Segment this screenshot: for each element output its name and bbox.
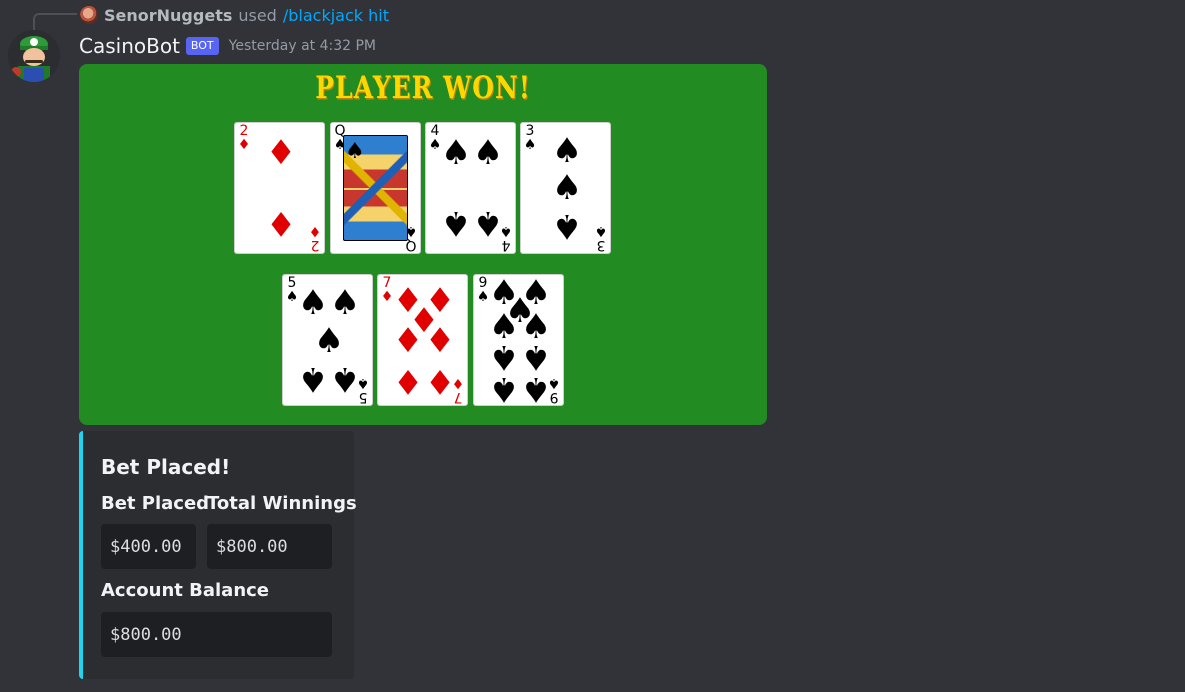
spade-icon: ♠	[440, 203, 472, 243]
spade-icon: ♠	[313, 321, 345, 361]
game-result-title: PLAYER WON!	[315, 69, 531, 106]
diamond-icon: ♦	[392, 361, 424, 401]
reply-reference[interactable]: SenorNuggets used /blackjack hit	[80, 4, 389, 26]
message-timestamp[interactable]: Yesterday at 4:32 PM	[229, 38, 376, 54]
spade-icon: ♠	[440, 133, 472, 173]
bet-embed: Bet Placed! Bet Placed $400.00 Total Win…	[79, 431, 357, 679]
total-winnings-value: $800.00	[207, 524, 332, 569]
card-rank: Q	[405, 237, 417, 253]
slash-command-link[interactable]: /blackjack hit	[283, 6, 389, 25]
spade-icon: ♠	[333, 137, 347, 153]
diamond-icon: ♦	[308, 223, 322, 239]
queen-face-image: ♠	[343, 135, 408, 241]
spade-icon: ♠	[488, 369, 520, 406]
spade-icon: ♠	[345, 139, 365, 164]
spade-icon: ♠	[297, 359, 329, 399]
total-winnings-label: Total Winnings	[207, 493, 357, 514]
dealer-card-2: ♠ Q ♠ Q ♠	[330, 122, 421, 254]
spade-icon: ♠	[329, 283, 361, 323]
card-rank: 3	[596, 237, 606, 253]
embed-title: Bet Placed!	[101, 455, 231, 479]
account-balance-value: $800.00	[101, 612, 332, 657]
card-rank: 2	[310, 237, 320, 253]
dealer-card-3: 4 ♠ 4 ♠ ♠ ♠ ♠ ♠	[425, 122, 516, 254]
bet-placed-label: Bet Placed	[101, 493, 210, 514]
message-header: CasinoBot BOT Yesterday at 4:32 PM	[79, 32, 376, 60]
diamond-icon: ♦	[265, 203, 297, 243]
player-card-2: 7 ♦ 7 ♦ ♦ ♦ ♦ ♦ ♦ ♦ ♦	[377, 274, 468, 406]
spade-icon: ♠	[329, 359, 361, 399]
spade-icon: ♠	[594, 223, 608, 239]
spade-icon: ♠	[523, 137, 537, 153]
dealer-card-4: 3 ♠ 3 ♠ ♠ ♠ ♠	[520, 122, 611, 254]
bot-username[interactable]: CasinoBot	[79, 34, 180, 58]
dealer-card-1: 2 ♦ 2 ♦ ♦ ♦	[234, 122, 325, 254]
blackjack-table-image[interactable]: PLAYER WON! 2 ♦ 2 ♦ ♦ ♦ ♠ Q ♠ Q ♠ 4 ♠ 4 ♠ ♠ ♠ …	[79, 64, 767, 425]
spade-icon: ♠	[520, 369, 552, 406]
spade-icon: ♠	[551, 131, 583, 171]
bet-placed-value: $400.00	[101, 524, 196, 569]
diamond-icon: ♦	[392, 321, 424, 361]
spade-icon: ♠	[551, 168, 583, 208]
luigi-avatar-icon	[8, 30, 60, 82]
spade-icon: ♠	[551, 206, 583, 246]
account-balance-label: Account Balance	[101, 580, 270, 601]
reply-used-text: used	[238, 5, 277, 25]
bot-avatar[interactable]	[8, 30, 60, 82]
bot-badge: BOT	[185, 37, 219, 55]
player-card-3: 9 ♠ 9 ♠ ♠ ♠ ♠ ♠ ♠ ♠ ♠ ♠ ♠	[473, 274, 564, 406]
spade-icon: ♠	[472, 203, 504, 243]
diamond-icon: ♦	[424, 361, 456, 401]
player-card-1: 5 ♠ 5 ♠ ♠ ♠ ♠ ♠ ♠	[282, 274, 373, 406]
reply-user-avatar[interactable]	[80, 6, 98, 24]
diamond-icon: ♦	[237, 137, 251, 153]
diamond-icon: ♦	[424, 321, 456, 361]
diamond-icon: ♦	[265, 133, 297, 173]
spade-icon: ♠	[472, 133, 504, 173]
reply-username[interactable]: SenorNuggets	[104, 6, 232, 25]
spade-icon: ♠	[404, 223, 418, 239]
spade-icon: ♠	[297, 283, 329, 323]
